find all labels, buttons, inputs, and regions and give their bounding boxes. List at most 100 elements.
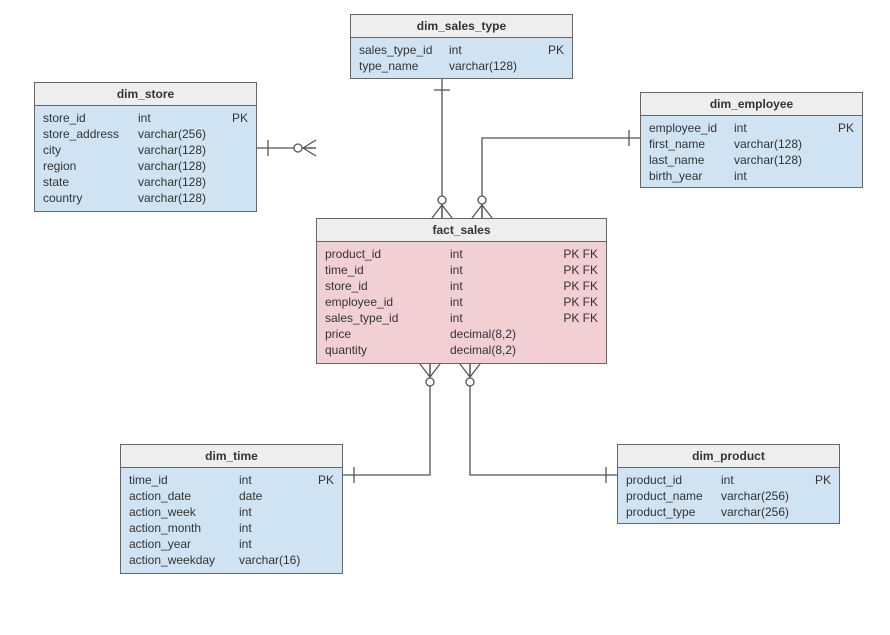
rel-fact-to-product: [460, 364, 617, 483]
column-type: varchar(128): [138, 142, 206, 158]
column-type: int: [450, 294, 463, 310]
column-name: product_type: [626, 504, 721, 520]
column-row: employee_idint PK FK: [325, 294, 598, 310]
column-type: int: [450, 278, 463, 294]
column-keys: PK FK: [557, 262, 598, 278]
column-row: sales_type_idint PK FK: [325, 310, 598, 326]
column-row: store_idintPK: [43, 110, 248, 126]
column-name: quantity: [325, 342, 450, 358]
column-name: time_id: [325, 262, 450, 278]
column-name: action_year: [129, 536, 239, 552]
column-keys: PK: [832, 120, 854, 136]
column-row: sales_type_idint PK: [359, 42, 564, 58]
column-row: regionvarchar(128): [43, 158, 248, 174]
column-name: sales_type_id: [359, 42, 449, 58]
column-type: date: [239, 488, 262, 504]
column-type: decimal(8,2): [450, 342, 516, 358]
column-row: birth_yearint: [649, 168, 854, 184]
column-row: quantitydecimal(8,2): [325, 342, 598, 358]
entity-fact_sales[interactable]: fact_salesproduct_idintPK FKtime_idintPK…: [316, 218, 607, 364]
column-row: store_idintPK FK: [325, 278, 598, 294]
column-row: product_idintPK: [626, 472, 831, 488]
column-name: product_id: [626, 472, 721, 488]
rel-fact-to-sales-type: [432, 79, 452, 218]
column-type: int: [450, 246, 463, 262]
column-type: varchar(128): [138, 190, 206, 206]
column-row: action_datedate: [129, 488, 334, 504]
column-type: varchar(256): [138, 126, 206, 142]
column-type: varchar(128): [449, 58, 517, 74]
column-row: time_idint PK FK: [325, 262, 598, 278]
column-row: statevarchar(128): [43, 174, 248, 190]
column-row: action_weekdayvarchar(16): [129, 552, 334, 568]
column-name: product_name: [626, 488, 721, 504]
column-keys: PK FK: [557, 310, 598, 326]
column-type: int: [138, 110, 151, 126]
column-name: type_name: [359, 58, 449, 74]
column-type: int: [239, 472, 252, 488]
column-type: varchar(128): [138, 158, 206, 174]
entity-columns: time_idintPKaction_datedateaction_weekin…: [121, 468, 342, 573]
entity-dim_sales_type[interactable]: dim_sales_typesales_type_idintPKtype_nam…: [350, 14, 573, 79]
column-keys: PK: [809, 472, 831, 488]
column-name: time_id: [129, 472, 239, 488]
column-name: last_name: [649, 152, 734, 168]
column-type: varchar(256): [721, 504, 789, 520]
column-keys: PK: [312, 472, 334, 488]
column-type: int: [450, 310, 463, 326]
column-row: first_namevarchar(128): [649, 136, 854, 152]
entity-title: fact_sales: [317, 219, 606, 242]
entity-columns: sales_type_idintPKtype_namevarchar(128): [351, 38, 572, 78]
column-keys: PK: [542, 42, 564, 58]
column-name: employee_id: [649, 120, 734, 136]
column-name: country: [43, 190, 138, 206]
column-row: action_yearint: [129, 536, 334, 552]
column-type: varchar(256): [721, 488, 789, 504]
column-row: product_typevarchar(256): [626, 504, 831, 520]
column-row: action_weekint: [129, 504, 334, 520]
column-name: price: [325, 326, 450, 342]
column-type: varchar(16): [239, 552, 300, 568]
column-type: int: [450, 262, 463, 278]
column-name: action_weekday: [129, 552, 239, 568]
column-row: product_namevarchar(256): [626, 488, 831, 504]
entity-title: dim_store: [35, 83, 256, 106]
column-name: city: [43, 142, 138, 158]
column-name: action_date: [129, 488, 239, 504]
column-name: action_month: [129, 520, 239, 536]
entity-title: dim_product: [618, 445, 839, 468]
column-keys: PK FK: [557, 278, 598, 294]
column-name: action_week: [129, 504, 239, 520]
entity-columns: store_idintPKstore_addressvarchar(256)ci…: [35, 106, 256, 211]
column-name: sales_type_id: [325, 310, 450, 326]
column-type: varchar(128): [734, 152, 802, 168]
entity-title: dim_employee: [641, 93, 862, 116]
column-keys: PK FK: [557, 294, 598, 310]
column-row: action_monthint: [129, 520, 334, 536]
column-row: time_idint PK: [129, 472, 334, 488]
entity-dim_store[interactable]: dim_storestore_idintPKstore_addressvarch…: [34, 82, 257, 212]
entity-title: dim_time: [121, 445, 342, 468]
entity-dim_product[interactable]: dim_product product_idintPKproduct_nameva…: [617, 444, 840, 524]
entity-dim_time[interactable]: dim_timetime_idintPKaction_datedateactio…: [120, 444, 343, 574]
entity-columns: product_idintPK FKtime_idintPK FKstore_i…: [317, 242, 606, 363]
rel-fact-to-time: [343, 364, 440, 483]
column-row: type_namevarchar(128): [359, 58, 564, 74]
column-name: region: [43, 158, 138, 174]
column-type: int: [239, 536, 252, 552]
column-keys: PK FK: [557, 246, 598, 262]
column-row: store_addressvarchar(256): [43, 126, 248, 142]
column-row: product_idintPK FK: [325, 246, 598, 262]
column-type: int: [449, 42, 462, 58]
column-row: last_namevarchar(128): [649, 152, 854, 168]
entity-dim_employee[interactable]: dim_employee employee_idint PKfirst_nameva…: [640, 92, 863, 188]
rel-fact-to-employee: [472, 130, 640, 218]
rel-fact-to-store: [257, 140, 316, 156]
column-name: store_address: [43, 126, 138, 142]
column-type: varchar(128): [138, 174, 206, 190]
column-name: store_id: [43, 110, 138, 126]
column-name: employee_id: [325, 294, 450, 310]
column-name: state: [43, 174, 138, 190]
entity-columns: employee_idint PKfirst_namevarchar(128)la…: [641, 116, 862, 187]
column-type: int: [734, 120, 747, 136]
